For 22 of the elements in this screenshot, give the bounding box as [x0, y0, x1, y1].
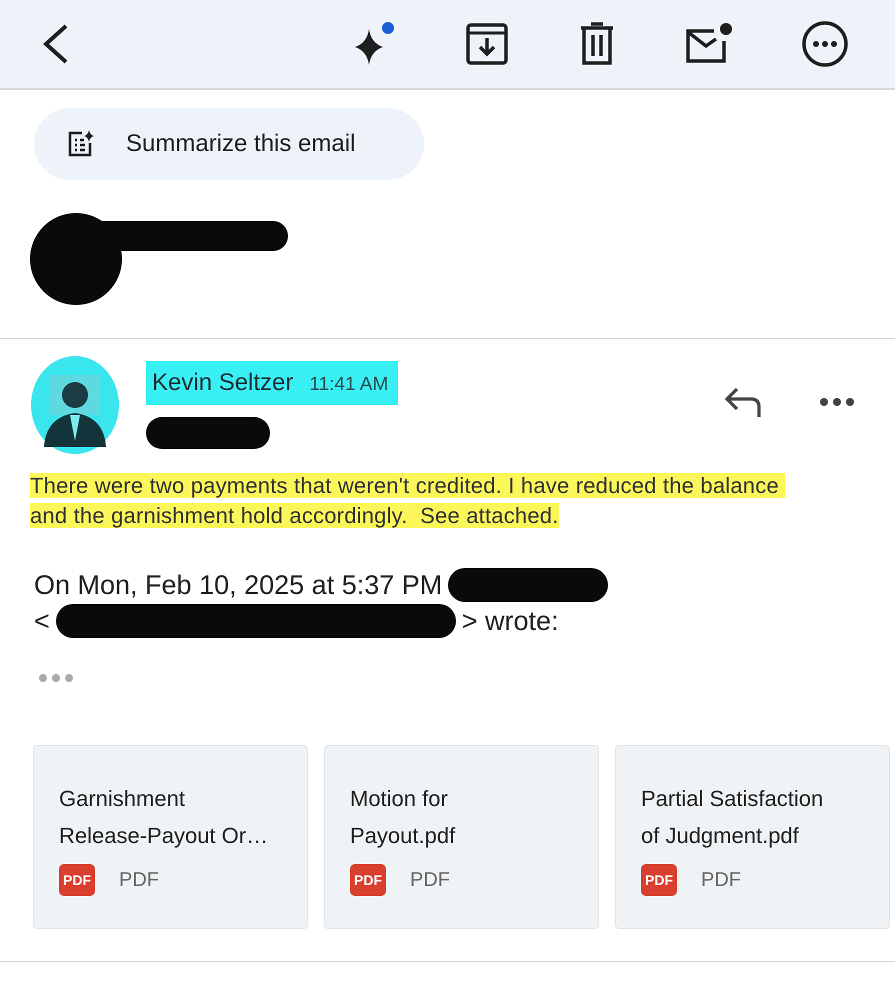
attachment-name: Motion for Payout.pdf — [350, 785, 456, 850]
more-icon[interactable] — [801, 20, 849, 68]
pdf-icon: PDF — [641, 864, 677, 896]
file-type: PDF — [119, 868, 159, 892]
file-type: PDF — [701, 868, 741, 892]
attachment-card[interactable]: Motion for Payout.pdf PDF PDF — [324, 745, 599, 929]
message-time: 11:41 AM — [309, 374, 388, 396]
file-type: PDF — [410, 868, 450, 892]
pdf-icon: PDF — [350, 864, 386, 896]
quote-bracket: < — [34, 606, 50, 636]
attachment-name: Partial Satisfaction of Judgment.pdf — [641, 785, 824, 850]
quote-header: On Mon, Feb 10, 2025 at 5:37 PM — [34, 570, 442, 600]
pdf-icon: PDF — [59, 864, 95, 896]
archive-icon[interactable] — [464, 21, 510, 67]
summary-icon — [66, 129, 96, 159]
attachment-card[interactable]: Garnishment Release-Payout Or… PDF PDF — [33, 745, 308, 929]
sender-name: Kevin Seltzer — [152, 369, 294, 397]
quote-wrote: > wrote: — [462, 606, 559, 636]
more-icon[interactable] — [819, 397, 855, 407]
attachment-card[interactable]: Partial Satisfaction of Judgment.pdf PDF PDF — [615, 745, 890, 929]
attachment-name: Garnishment Release-Payout Or… — [59, 785, 268, 850]
summarize-button[interactable]: Summarize this email — [34, 108, 424, 180]
